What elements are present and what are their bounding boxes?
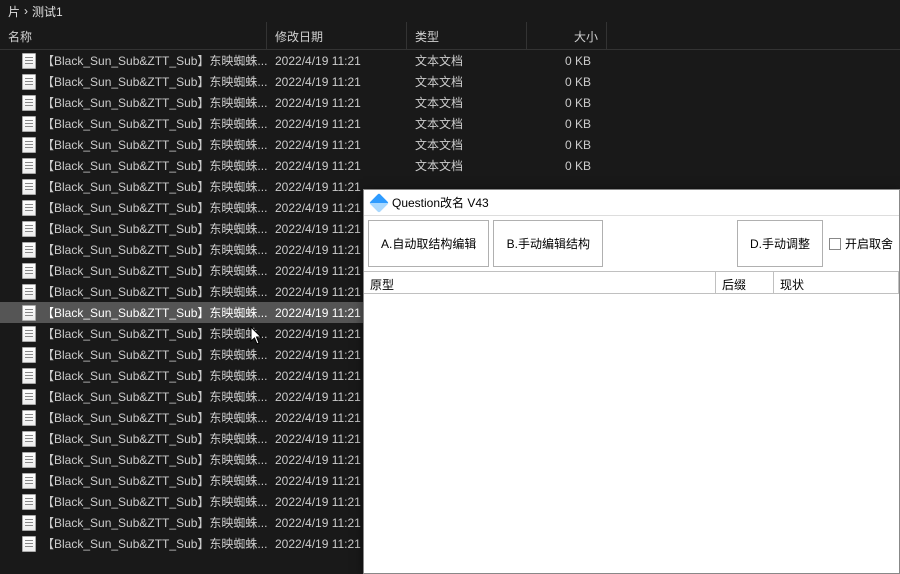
file-name: 【Black_Sun_Sub&ZTT_Sub】东映蜘蛛... (42, 283, 267, 300)
btn-manual-struct-edit[interactable]: B.手动编辑结构 (493, 220, 603, 267)
text-file-icon (22, 179, 36, 195)
table-row[interactable]: 【Black_Sun_Sub&ZTT_Sub】东映蜘蛛...2022/4/19 … (0, 113, 900, 134)
breadcrumb-folder[interactable]: 测试1 (32, 3, 63, 20)
file-name: 【Black_Sun_Sub&ZTT_Sub】东映蜘蛛... (42, 304, 267, 321)
text-file-icon (22, 368, 36, 384)
text-file-icon (22, 200, 36, 216)
file-name: 【Black_Sun_Sub&ZTT_Sub】东映蜘蛛... (42, 136, 267, 153)
file-name: 【Black_Sun_Sub&ZTT_Sub】东映蜘蛛... (42, 535, 267, 552)
file-date: 2022/4/19 11:21 (267, 159, 407, 173)
rename-col-prototype[interactable]: 原型 (364, 272, 716, 293)
rename-window-title: Question改名 V43 (392, 194, 489, 211)
table-row[interactable]: 【Black_Sun_Sub&ZTT_Sub】东映蜘蛛...2022/4/19 … (0, 50, 900, 71)
file-name: 【Black_Sun_Sub&ZTT_Sub】东映蜘蛛... (42, 388, 267, 405)
file-type: 文本文档 (407, 136, 527, 153)
table-row[interactable]: 【Black_Sun_Sub&ZTT_Sub】东映蜘蛛...2022/4/19 … (0, 92, 900, 113)
text-file-icon (22, 137, 36, 153)
text-file-icon (22, 431, 36, 447)
rename-toolbar: A.自动取结构编辑 B.手动编辑结构 D.手动调整 开启取舍 (364, 216, 899, 272)
file-name: 【Black_Sun_Sub&ZTT_Sub】东映蜘蛛... (42, 241, 267, 258)
text-file-icon (22, 53, 36, 69)
file-date: 2022/4/19 11:21 (267, 54, 407, 68)
file-name: 【Black_Sun_Sub&ZTT_Sub】东映蜘蛛... (42, 367, 267, 384)
file-name: 【Black_Sun_Sub&ZTT_Sub】东映蜘蛛... (42, 220, 267, 237)
text-file-icon (22, 74, 36, 90)
file-name: 【Black_Sun_Sub&ZTT_Sub】东映蜘蛛... (42, 262, 267, 279)
file-name: 【Black_Sun_Sub&ZTT_Sub】东映蜘蛛... (42, 325, 267, 342)
rename-table-header: 原型 后缀 现状 (364, 272, 899, 294)
file-name: 【Black_Sun_Sub&ZTT_Sub】东映蜘蛛... (42, 409, 267, 426)
file-size: 0 KB (527, 54, 607, 68)
file-size: 0 KB (527, 117, 607, 131)
column-header-date[interactable]: 修改日期 (267, 22, 407, 49)
file-name: 【Black_Sun_Sub&ZTT_Sub】东映蜘蛛... (42, 451, 267, 468)
text-file-icon (22, 515, 36, 531)
file-type: 文本文档 (407, 157, 527, 174)
rename-col-suffix[interactable]: 后缀 (716, 272, 774, 293)
text-file-icon (22, 158, 36, 174)
text-file-icon (22, 284, 36, 300)
enable-filter-label: 开启取舍 (845, 235, 893, 252)
text-file-icon (22, 221, 36, 237)
text-file-icon (22, 452, 36, 468)
column-header-size[interactable]: 大小 (527, 22, 607, 49)
file-name: 【Black_Sun_Sub&ZTT_Sub】东映蜘蛛... (42, 472, 267, 489)
file-date: 2022/4/19 11:21 (267, 75, 407, 89)
text-file-icon (22, 494, 36, 510)
text-file-icon (22, 242, 36, 258)
file-name: 【Black_Sun_Sub&ZTT_Sub】东映蜘蛛... (42, 94, 267, 111)
breadcrumb-prefix: 片 (8, 3, 20, 20)
file-name: 【Black_Sun_Sub&ZTT_Sub】东映蜘蛛... (42, 346, 267, 363)
file-size: 0 KB (527, 138, 607, 152)
checkbox-icon[interactable] (829, 238, 841, 250)
text-file-icon (22, 116, 36, 132)
rename-tool-window: Question改名 V43 A.自动取结构编辑 B.手动编辑结构 D.手动调整… (363, 189, 900, 574)
text-file-icon (22, 536, 36, 552)
column-header-type[interactable]: 类型 (407, 22, 527, 49)
table-row[interactable]: 【Black_Sun_Sub&ZTT_Sub】东映蜘蛛...2022/4/19 … (0, 134, 900, 155)
file-size: 0 KB (527, 159, 607, 173)
breadcrumb-separator: › (24, 4, 28, 18)
breadcrumb[interactable]: 片 › 测试1 (0, 0, 900, 22)
file-date: 2022/4/19 11:21 (267, 96, 407, 110)
file-size: 0 KB (527, 96, 607, 110)
text-file-icon (22, 347, 36, 363)
table-row[interactable]: 【Black_Sun_Sub&ZTT_Sub】东映蜘蛛...2022/4/19 … (0, 155, 900, 176)
enable-filter-option[interactable]: 开启取舍 (823, 216, 899, 271)
btn-auto-struct-edit[interactable]: A.自动取结构编辑 (368, 220, 489, 267)
file-type: 文本文档 (407, 94, 527, 111)
file-name: 【Black_Sun_Sub&ZTT_Sub】东映蜘蛛... (42, 430, 267, 447)
text-file-icon (22, 263, 36, 279)
file-name: 【Black_Sun_Sub&ZTT_Sub】东映蜘蛛... (42, 73, 267, 90)
text-file-icon (22, 95, 36, 111)
app-icon (369, 193, 389, 213)
file-name: 【Black_Sun_Sub&ZTT_Sub】东映蜘蛛... (42, 493, 267, 510)
file-name: 【Black_Sun_Sub&ZTT_Sub】东映蜘蛛... (42, 514, 267, 531)
file-date: 2022/4/19 11:21 (267, 138, 407, 152)
btn-manual-adjust[interactable]: D.手动调整 (737, 220, 823, 267)
text-file-icon (22, 389, 36, 405)
file-name: 【Black_Sun_Sub&ZTT_Sub】东映蜘蛛... (42, 52, 267, 69)
file-type: 文本文档 (407, 115, 527, 132)
file-type: 文本文档 (407, 73, 527, 90)
rename-window-titlebar[interactable]: Question改名 V43 (364, 190, 899, 216)
file-name: 【Black_Sun_Sub&ZTT_Sub】东映蜘蛛... (42, 157, 267, 174)
file-date: 2022/4/19 11:21 (267, 117, 407, 131)
file-size: 0 KB (527, 75, 607, 89)
file-name: 【Black_Sun_Sub&ZTT_Sub】东映蜘蛛... (42, 115, 267, 132)
file-name: 【Black_Sun_Sub&ZTT_Sub】东映蜘蛛... (42, 178, 267, 195)
text-file-icon (22, 305, 36, 321)
file-type: 文本文档 (407, 52, 527, 69)
column-headers: 名称 修改日期 类型 大小 (0, 22, 900, 50)
column-header-name[interactable]: 名称 (0, 22, 267, 49)
file-name: 【Black_Sun_Sub&ZTT_Sub】东映蜘蛛... (42, 199, 267, 216)
text-file-icon (22, 410, 36, 426)
text-file-icon (22, 473, 36, 489)
text-file-icon (22, 326, 36, 342)
table-row[interactable]: 【Black_Sun_Sub&ZTT_Sub】东映蜘蛛...2022/4/19 … (0, 71, 900, 92)
rename-col-status[interactable]: 现状 (774, 272, 899, 293)
